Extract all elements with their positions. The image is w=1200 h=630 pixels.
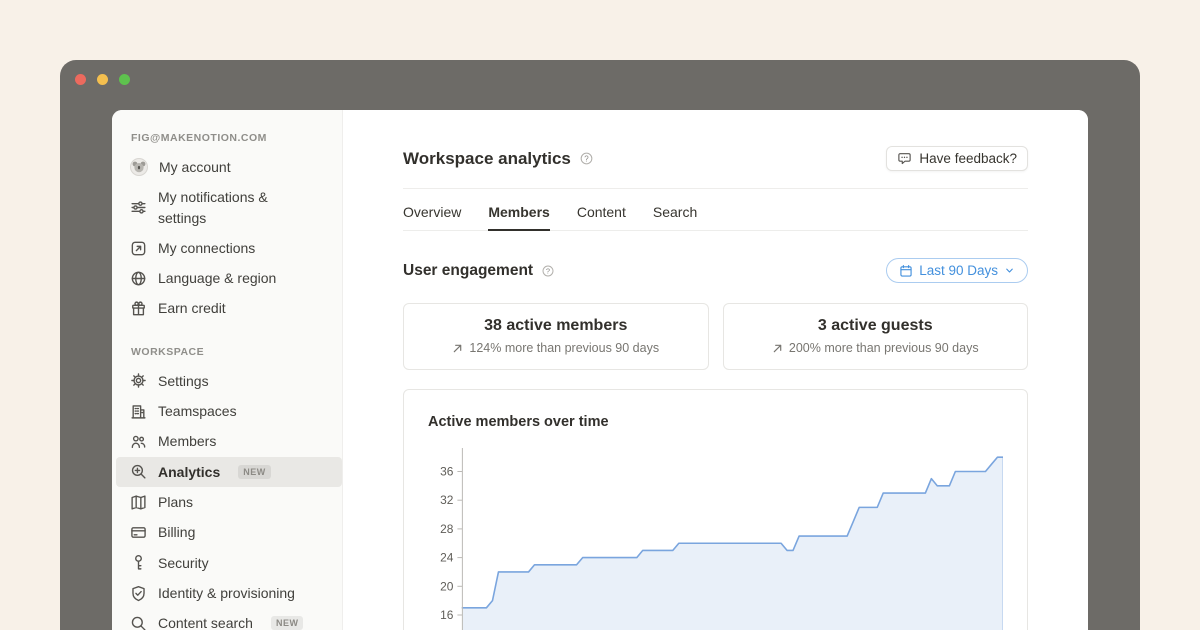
arrow-up-right-box-icon (130, 240, 147, 257)
svg-text:16: 16 (440, 608, 454, 622)
feedback-button-label: Have feedback? (919, 151, 1017, 166)
app-window: FIG@MAKENOTION.COM My account My notific… (60, 60, 1140, 630)
section-title: User engagement (403, 262, 533, 280)
help-icon[interactable]: ? (579, 151, 594, 166)
sidebar-item-analytics[interactable]: Analytics NEW (116, 457, 342, 487)
sidebar-item-notifications-settings[interactable]: My notifications & settings (116, 182, 342, 233)
active-guests-stat-card: 3 active guests 200% more than previous … (723, 303, 1029, 370)
tab-overview[interactable]: Overview (403, 204, 461, 230)
sidebar-item-identity-provisioning[interactable]: Identity & provisioning (116, 578, 342, 608)
stat-delta-text: 200% more than previous 90 days (789, 341, 979, 355)
sidebar-item-settings[interactable]: Settings (116, 366, 342, 396)
sidebar-item-plans[interactable]: Plans (116, 487, 342, 517)
new-badge: NEW (271, 616, 304, 630)
header-divider (403, 188, 1028, 189)
workspace-section-header: WORKSPACE (131, 346, 342, 358)
svg-text:32: 32 (440, 493, 454, 507)
settings-sidebar: FIG@MAKENOTION.COM My account My notific… (112, 110, 343, 630)
gift-icon (130, 300, 147, 317)
stat-value: 3 active guests (724, 317, 1028, 335)
account-section-header: FIG@MAKENOTION.COM (131, 132, 342, 144)
chart-title: Active members over time (428, 414, 1003, 430)
sidebar-item-label: Settings (158, 371, 209, 391)
sidebar-item-billing[interactable]: Billing (116, 517, 342, 547)
koala-avatar (130, 158, 148, 176)
svg-text:24: 24 (440, 551, 454, 565)
sidebar-item-label: Identity & provisioning (158, 583, 295, 603)
sidebar-item-content-search[interactable]: Content search NEW (116, 608, 342, 630)
sidebar-item-label: My notifications & settings (158, 187, 316, 228)
sidebar-item-earn-credit[interactable]: Earn credit (116, 293, 342, 323)
tab-content[interactable]: Content (577, 204, 626, 230)
sidebar-item-label: Security (158, 553, 209, 573)
people-icon (130, 433, 147, 450)
svg-text:?: ? (584, 154, 589, 163)
sidebar-item-label: Plans (158, 492, 193, 512)
magnifier-icon (130, 615, 147, 630)
settings-dialog: FIG@MAKENOTION.COM My account My notific… (112, 110, 1088, 630)
sidebar-item-label: Language & region (158, 268, 276, 288)
magnifier-plus-icon (130, 463, 147, 480)
window-controls (75, 74, 130, 85)
date-range-label: Last 90 Days (919, 263, 998, 278)
sidebar-item-my-account[interactable]: My account (116, 152, 342, 182)
sidebar-item-members[interactable]: Members (116, 426, 342, 456)
active-members-chart-card: Active members over time 16 20 24 28 32 36 (403, 389, 1028, 630)
sidebar-item-teamspaces[interactable]: Teamspaces (116, 396, 342, 426)
sidebar-item-label: Content search (158, 613, 253, 630)
sidebar-item-label: Earn credit (158, 298, 226, 318)
have-feedback-button[interactable]: Have feedback? (886, 146, 1028, 171)
active-members-area-chart[interactable]: 16 20 24 28 32 36 (428, 442, 1003, 630)
stat-value: 38 active members (404, 317, 708, 335)
chevron-down-icon (1004, 265, 1015, 276)
credit-card-icon (130, 524, 147, 541)
close-window-button[interactable] (75, 74, 86, 85)
globe-icon (130, 270, 147, 287)
arrow-up-right-icon (452, 343, 463, 354)
sidebar-item-label: Analytics (158, 462, 220, 482)
page-title: Workspace analytics (403, 149, 571, 169)
sidebar-item-label: My account (159, 157, 231, 177)
sidebar-item-label: Teamspaces (158, 401, 237, 421)
sidebar-item-label: Members (158, 431, 216, 451)
svg-text:36: 36 (440, 464, 454, 478)
sliders-icon (130, 199, 147, 216)
new-badge: NEW (238, 465, 271, 479)
tab-search[interactable]: Search (653, 204, 697, 230)
help-icon[interactable]: ? (541, 264, 555, 278)
calendar-icon (899, 264, 913, 278)
map-icon (130, 494, 147, 511)
tab-members[interactable]: Members (488, 204, 549, 231)
analytics-main-content: Workspace analytics ? Have feedback? (343, 110, 1088, 630)
active-members-stat-card: 38 active members 124% more than previou… (403, 303, 709, 370)
svg-text:28: 28 (440, 522, 454, 536)
sidebar-item-label: My connections (158, 238, 255, 258)
zoom-window-button[interactable] (119, 74, 130, 85)
sidebar-item-language-region[interactable]: Language & region (116, 263, 342, 293)
svg-text:20: 20 (440, 579, 454, 593)
key-icon (130, 554, 147, 571)
stat-delta-text: 124% more than previous 90 days (469, 341, 659, 355)
minimize-window-button[interactable] (97, 74, 108, 85)
speech-bubble-icon (897, 151, 912, 166)
date-range-dropdown[interactable]: Last 90 Days (886, 258, 1028, 283)
analytics-tabs: Overview Members Content Search (403, 204, 1028, 231)
svg-text:?: ? (546, 266, 550, 275)
sidebar-item-label: Billing (158, 522, 195, 542)
shield-check-icon (130, 585, 147, 602)
arrow-up-right-icon (772, 343, 783, 354)
sidebar-item-security[interactable]: Security (116, 548, 342, 578)
gear-icon (130, 372, 147, 389)
building-icon (130, 403, 147, 420)
sidebar-item-my-connections[interactable]: My connections (116, 233, 342, 263)
